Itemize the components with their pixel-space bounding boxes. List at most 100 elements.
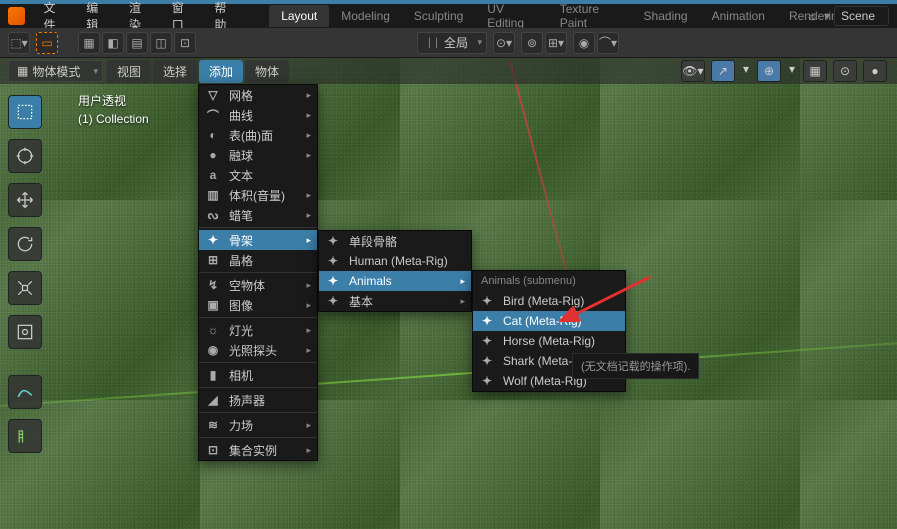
tab-sculpting[interactable]: Sculpting [402,5,475,27]
armature-Human (Meta-Rig)[interactable]: ✦ Human (Meta-Rig) [319,251,471,271]
header-视图[interactable]: 视图 [107,60,151,83]
mode-dropdown[interactable]: ▦物体模式 [8,60,103,82]
submenu-arrow-icon: ▸ [306,150,311,161]
visibility-dropdown[interactable]: 👁▾ [681,60,705,82]
add-扬声器-label: 扬声器 [229,392,265,409]
add-曲线[interactable]: ⌒曲线▸ [199,105,317,125]
snap-toggle[interactable]: ⊚ [521,32,543,54]
transform-tool[interactable] [8,315,42,349]
add-曲线-label: 曲线 [229,107,253,124]
gizmo-toggle[interactable]: ↗ [711,60,735,82]
armature-Animals[interactable]: ✦Animals▸ [319,271,471,291]
transform-orientation-dropdown[interactable]: ᛁᛁ全局 [417,32,487,54]
submenu-arrow-icon: ▸ [460,296,465,307]
proportional-curve[interactable]: ⌒▾ [597,32,619,54]
add-相机-label: 相机 [229,367,253,384]
scene-dropdown-icon[interactable]: ▾ [824,9,830,23]
submenu-arrow-icon: ▸ [306,300,311,311]
shading-wireframe[interactable]: ⊙ [833,60,857,82]
cursor-tool[interactable] [8,139,42,173]
add-晶格[interactable]: ⊞晶格 [199,250,317,270]
add-光照探头-label: 光照探头 [229,342,277,359]
animals-Bird (Meta-Rig)-icon: ✦ [479,294,495,308]
select-tool[interactable] [8,95,42,129]
snap-btn-2[interactable]: ◧ [102,32,124,54]
add-menu[interactable]: ▽网格▸⌒曲线▸◐表(曲)面▸●融球▸a文本▥体积(音量)▸ᔓ蜡笔▸ ✦ 骨架 ▸ ⊞晶… [198,84,318,461]
xray-toggle[interactable]: ▦ [803,60,827,82]
add-空物体-label: 空物体 [229,277,265,294]
add-体积(音量)[interactable]: ▥体积(音量)▸ [199,185,317,205]
add-表(曲)面[interactable]: ◐表(曲)面▸ [199,125,317,145]
animals-Cat (Meta-Rig)[interactable]: ✦Cat (Meta-Rig) [473,311,625,331]
add-网格[interactable]: ▽网格▸ [199,85,317,105]
header-物体[interactable]: 物体 [245,60,289,83]
scene-selector[interactable]: ☼ ▾ [804,6,889,26]
snap-btn-5[interactable]: ⊡ [174,32,196,54]
add-表(曲)面-icon: ◐ [205,128,221,142]
add-骨架-icon: ✦ [205,233,221,247]
editor-type-dropdown[interactable]: ⬚▾ [8,32,30,54]
tab-animation[interactable]: Animation [700,5,777,27]
add-空物体[interactable]: ↯空物体▸ [199,275,317,295]
add-扬声器[interactable]: ◢ 扬声器 [199,390,317,410]
separator [199,412,317,413]
add-蜡笔[interactable]: ᔓ蜡笔▸ [199,205,317,225]
overlay-dropdown-icon[interactable]: ▾ [787,60,797,82]
submenu-arrow-icon: ▸ [306,325,311,336]
armature-Animals-icon: ✦ [325,274,341,288]
header-添加[interactable]: 添加 [199,60,243,83]
add-集合实例-label: 集合实例 [229,442,277,459]
add-图像-label: 图像 [229,297,253,314]
tab-layout[interactable]: Layout [269,5,329,27]
tooltip: (无文档记载的操作项). [572,353,699,379]
armature-单段骨骼-icon: ✦ [325,234,341,248]
add-扬声器-icon: ◢ [205,393,221,407]
armature-基本-label: 基本 [349,293,373,310]
annotate-tool[interactable] [8,375,42,409]
add-文本[interactable]: a文本 [199,165,317,185]
snap-btn-3[interactable]: ▤ [126,32,148,54]
tab-modeling[interactable]: Modeling [329,5,402,27]
armature-基本-icon: ✦ [325,294,341,308]
snap-btn-1[interactable]: ▦ [78,32,100,54]
add-力场-icon: ≋ [205,418,221,432]
armature-单段骨骼-label: 单段骨骼 [349,233,397,250]
scale-tool[interactable] [8,271,42,305]
animals-Horse (Meta-Rig)[interactable]: ✦Horse (Meta-Rig) [473,331,625,351]
add-骨架-label: 骨架 [229,232,253,249]
add-力场-label: 力场 [229,417,253,434]
header-toolbar: ⬚▾ ▭ ▦ ◧ ▤ ◫ ⊡ ᛁᛁ全局 ⊙▾ ⊚ ⊞▾ ◉ ⌒▾ [0,28,897,58]
blender-logo-icon[interactable] [8,7,25,25]
proportional-toggle[interactable]: ◉ [573,32,595,54]
add-力场[interactable]: ≋力场▸ [199,415,317,435]
add-融球[interactable]: ●融球▸ [199,145,317,165]
armature-基本[interactable]: ✦ 基本 ▸ [319,291,471,311]
armature-单段骨骼[interactable]: ✦ 单段骨骼 [319,231,471,251]
submenu-arrow-icon: ▸ [306,90,311,101]
pivot-dropdown[interactable]: ⊙▾ [493,32,515,54]
overlay-toggle[interactable]: ⊕ [757,60,781,82]
animals-Cat (Meta-Rig)-label: Cat (Meta-Rig) [503,314,582,328]
snap-btn-4[interactable]: ◫ [150,32,172,54]
add-图像-icon: ▣ [205,298,221,312]
animals-Bird (Meta-Rig)[interactable]: ✦Bird (Meta-Rig) [473,291,625,311]
scene-name-input[interactable] [834,6,889,26]
add-图像[interactable]: ▣ 图像 ▸ [199,295,317,315]
gizmo-dropdown-icon[interactable]: ▾ [741,60,751,82]
snap-settings[interactable]: ⊞▾ [545,32,567,54]
armature-Human (Meta-Rig)-label: Human (Meta-Rig) [349,254,448,268]
select-box-icon[interactable]: ▭ [36,32,58,54]
move-tool[interactable] [8,183,42,217]
shading-solid[interactable]: ● [863,60,887,82]
add-集合实例[interactable]: ⊡集合实例▸ [199,440,317,460]
armature-Human (Meta-Rig)-icon: ✦ [325,254,341,268]
add-光照探头[interactable]: ◉光照探头▸ [199,340,317,360]
add-灯光[interactable]: ☼灯光▸ [199,320,317,340]
add-相机[interactable]: ▮相机 [199,365,317,385]
add-骨架[interactable]: ✦骨架▸ [199,230,317,250]
rotate-tool[interactable] [8,227,42,261]
header-选择[interactable]: 选择 [153,60,197,83]
armature-submenu[interactable]: ✦单段骨骼✦Human (Meta-Rig)✦Animals▸✦基本▸ [318,230,472,312]
measure-tool[interactable] [8,419,42,453]
tab-shading[interactable]: Shading [632,5,700,27]
